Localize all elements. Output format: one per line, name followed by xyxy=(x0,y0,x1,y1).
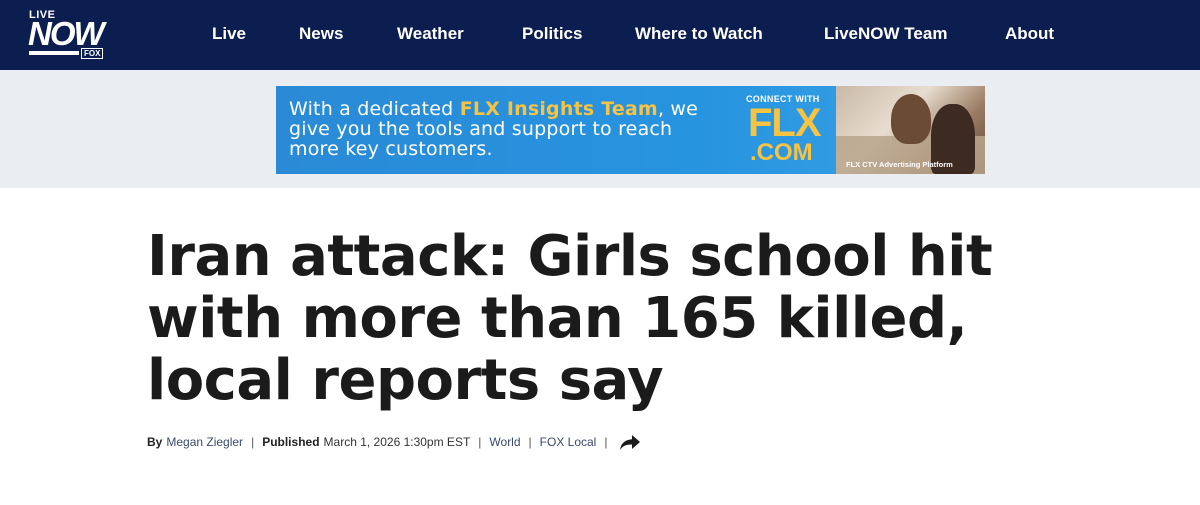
ad-flx-logo: FLX xyxy=(748,101,822,145)
ad-platform-text: FLX CTV Advertising Platform xyxy=(846,160,953,169)
published-label: Published xyxy=(262,435,320,449)
article-headline: Iran attack: Girls school hit with more … xyxy=(147,224,993,413)
author-link[interactable]: Megan Ziegler xyxy=(166,435,243,449)
logo-fox-text: FOX xyxy=(81,48,104,59)
category-link-fox-local[interactable]: FOX Local xyxy=(540,435,597,449)
nav-politics[interactable]: Politics xyxy=(522,24,582,44)
ad-com-text: .COM xyxy=(750,139,813,166)
ad-photo-person xyxy=(891,94,931,144)
article-byline: By Megan Ziegler | Published March 1, 20… xyxy=(147,433,641,451)
byline-separator: | xyxy=(251,435,255,449)
ad-copy: With a dedicated FLX Insights Team, we g… xyxy=(289,99,719,159)
category-link-world[interactable]: World xyxy=(489,435,520,449)
ad-copy-highlight: FLX Insights Team xyxy=(459,98,658,120)
nav-news[interactable]: News xyxy=(299,24,343,44)
ad-band: With a dedicated FLX Insights Team, we g… xyxy=(0,70,1200,188)
share-arrow-icon[interactable] xyxy=(619,433,641,451)
byline-separator: | xyxy=(478,435,482,449)
flx-ad-banner[interactable]: With a dedicated FLX Insights Team, we g… xyxy=(276,86,985,174)
nav-livenow-team[interactable]: LiveNOW Team xyxy=(824,24,947,44)
byline-by-label: By xyxy=(147,435,163,449)
published-date: March 1, 2026 1:30pm EST xyxy=(323,435,471,449)
byline-separator: | xyxy=(604,435,608,449)
nav-about[interactable]: About xyxy=(1005,24,1054,44)
nav-live[interactable]: Live xyxy=(212,24,246,44)
logo-now-text: NOW xyxy=(28,15,105,52)
ad-copy-before: With a dedicated xyxy=(289,98,460,120)
nav-where-to-watch[interactable]: Where to Watch xyxy=(635,24,763,44)
livenow-fox-logo[interactable]: LIVE NOW FOX xyxy=(28,8,109,62)
site-header: LIVE NOW FOX Live News Weather Politics … xyxy=(0,0,1200,70)
byline-separator: | xyxy=(528,435,532,449)
logo-underline xyxy=(29,51,79,55)
nav-weather[interactable]: Weather xyxy=(397,24,464,44)
